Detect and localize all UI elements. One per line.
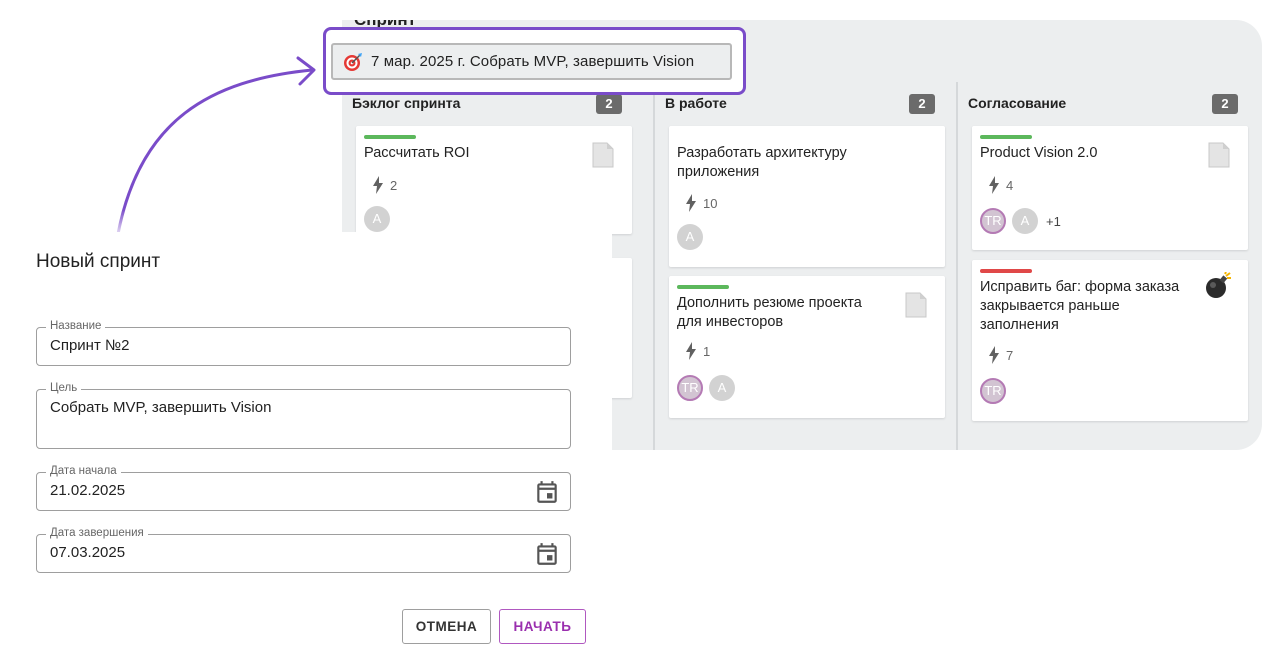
- task-card[interactable]: Исправить баг: форма заказа закрывается …: [972, 260, 1248, 421]
- assignees: A: [677, 224, 703, 250]
- sprint-goal-field[interactable]: Цель Собрать MVP, завершить Vision: [36, 382, 571, 449]
- document-icon: [592, 142, 614, 168]
- estimate: 10: [685, 194, 717, 212]
- estimate-value: 7: [1006, 347, 1014, 363]
- lightning-icon: [373, 176, 383, 194]
- field-label: Дата завершения: [46, 527, 148, 539]
- field-value: Собрать MVP, завершить Vision: [50, 399, 272, 416]
- task-card[interactable]: Product Vision 2.0 4 TR A +1: [972, 126, 1248, 250]
- avatar[interactable]: A: [709, 375, 735, 401]
- cancel-button[interactable]: ОТМЕНА: [402, 609, 491, 644]
- document-icon: [905, 292, 927, 318]
- column-title: В работе: [665, 95, 727, 111]
- priority-bar: [677, 285, 729, 289]
- calendar-icon[interactable]: [534, 479, 560, 505]
- estimate-value: 4: [1006, 177, 1014, 193]
- field-value: 21.02.2025: [50, 482, 126, 499]
- column-count-badge: 2: [596, 94, 622, 114]
- lightning-icon: [686, 194, 696, 212]
- bomb-icon: [1206, 272, 1231, 298]
- estimate: 7: [988, 346, 1013, 364]
- assignees: TR A +1: [980, 208, 1061, 234]
- end-date-field[interactable]: Дата завершения 07.03.2025: [36, 527, 571, 573]
- assignees: TR A: [677, 375, 735, 401]
- sprint-chip-label: 7 мар. 2025 г. Собрать MVP, завершить Vi…: [371, 53, 695, 70]
- task-card[interactable]: Рассчитать ROI 2 A: [356, 126, 632, 234]
- task-title: Разработать архитектуру приложения: [677, 145, 847, 180]
- field-label: Дата начала: [46, 465, 121, 477]
- assignees: TR: [980, 378, 1006, 404]
- estimate-value: 2: [390, 177, 398, 193]
- priority-bar: [364, 135, 416, 139]
- avatar[interactable]: A: [364, 206, 390, 232]
- avatar[interactable]: A: [677, 224, 703, 250]
- lightning-icon: [989, 176, 999, 194]
- start-sprint-button[interactable]: НАЧАТЬ: [499, 609, 586, 644]
- task-title: Дополнить резюме проекта для инвесторов: [677, 295, 862, 330]
- avatar[interactable]: TR: [677, 375, 703, 401]
- task-title: Рассчитать ROI: [364, 145, 470, 161]
- task-title: Исправить баг: форма заказа закрывается …: [980, 279, 1180, 333]
- start-date-field[interactable]: Дата начала 21.02.2025: [36, 465, 571, 511]
- priority-bar: [980, 135, 1032, 139]
- avatar[interactable]: TR: [980, 208, 1006, 234]
- lightning-icon: [686, 342, 696, 360]
- column-in-progress: В работе 2 Разработать архитектуру прило…: [655, 82, 945, 450]
- dialog-title: Новый спринт: [36, 251, 161, 272]
- document-icon: [1208, 142, 1230, 168]
- sprint-chip[interactable]: 7 мар. 2025 г. Собрать MVP, завершить Vi…: [331, 43, 732, 80]
- column-approval: Согласование 2 Product Vision 2.0 4 TR A…: [958, 82, 1248, 450]
- task-title: Product Vision 2.0: [980, 145, 1098, 161]
- estimate-value: 10: [703, 195, 718, 211]
- assignees: A: [364, 206, 390, 232]
- field-value: Спринт №2: [50, 337, 130, 354]
- avatar[interactable]: TR: [980, 378, 1006, 404]
- avatar[interactable]: A: [1012, 208, 1038, 234]
- pointer-arrow: [116, 56, 316, 236]
- sprint-name-field[interactable]: Название Спринт №2: [36, 320, 571, 366]
- field-label: Название: [46, 320, 106, 332]
- task-card[interactable]: Разработать архитектуру приложения 10 A: [669, 126, 945, 267]
- column-title: Бэклог спринта: [352, 95, 461, 111]
- column-header: Согласование 2: [968, 90, 1238, 116]
- new-sprint-dialog: Новый спринт Название Спринт №2 Цель Соб…: [0, 232, 612, 672]
- column-count-badge: 2: [1212, 94, 1238, 114]
- more-assignees-count[interactable]: +1: [1046, 214, 1061, 229]
- priority-bar: [980, 269, 1032, 273]
- estimate: 1: [685, 342, 710, 360]
- column-title: Согласование: [968, 95, 1067, 111]
- target-icon: [344, 52, 362, 71]
- estimate-value: 1: [703, 343, 711, 359]
- estimate: 4: [988, 176, 1013, 194]
- field-value: 07.03.2025: [50, 544, 126, 561]
- lightning-icon: [989, 346, 999, 364]
- column-count-badge: 2: [909, 94, 935, 114]
- calendar-icon[interactable]: [534, 541, 560, 567]
- task-card[interactable]: Дополнить резюме проекта для инвесторов …: [669, 276, 945, 418]
- field-label: Цель: [46, 382, 82, 394]
- estimate: 2: [372, 176, 397, 194]
